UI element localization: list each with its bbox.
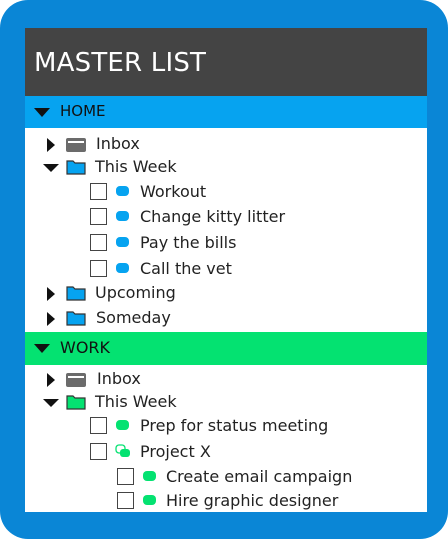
- triangle-right-icon[interactable]: [47, 373, 55, 387]
- task-dot-icon: [116, 420, 129, 430]
- project-icon: [115, 444, 130, 457]
- app-frame: MASTER LIST HOME Inbox This Week Workout…: [0, 0, 448, 539]
- task-label: Hire graphic designer: [166, 491, 339, 510]
- task-row[interactable]: Pay the bills: [25, 231, 427, 255]
- subtask-row[interactable]: Create email campaign: [25, 465, 427, 489]
- task-dot-icon: [143, 471, 156, 481]
- task-dot-icon: [116, 237, 129, 247]
- task-label: Create email campaign: [166, 467, 353, 486]
- triangle-down-icon[interactable]: [43, 399, 59, 407]
- triangle-right-icon[interactable]: [47, 138, 55, 152]
- tree-item-label: Someday: [96, 308, 171, 327]
- folder-icon: [66, 311, 86, 326]
- task-label: Change kitty litter: [140, 207, 286, 226]
- master-list-panel: MASTER LIST HOME Inbox This Week Workout…: [25, 28, 427, 512]
- task-label: Call the vet: [140, 259, 232, 278]
- tree-item-home-upcoming[interactable]: Upcoming: [25, 281, 427, 305]
- folder-icon: [66, 395, 86, 410]
- triangle-right-icon[interactable]: [47, 287, 55, 301]
- task-checkbox[interactable]: [90, 183, 107, 200]
- triangle-down-icon[interactable]: [34, 108, 50, 117]
- task-dot-icon: [143, 495, 156, 505]
- inbox-tray-icon: [66, 373, 86, 387]
- tree-item-home-someday[interactable]: Someday: [25, 306, 427, 330]
- section-home-label: HOME: [60, 102, 106, 120]
- subtask-row[interactable]: Hire graphic designer: [25, 489, 427, 512]
- tree-item-label: This Week: [95, 392, 177, 411]
- task-dot-icon: [116, 211, 129, 221]
- task-checkbox[interactable]: [90, 234, 107, 251]
- task-dot-icon: [116, 263, 129, 273]
- triangle-right-icon[interactable]: [47, 312, 55, 326]
- task-row[interactable]: Prep for status meeting: [25, 414, 427, 438]
- task-row[interactable]: Call the vet: [25, 257, 427, 281]
- task-dot-icon: [116, 186, 129, 196]
- task-checkbox[interactable]: [117, 492, 134, 509]
- section-work-header[interactable]: WORK: [25, 332, 427, 365]
- task-label: Workout: [140, 182, 207, 201]
- title-bar: MASTER LIST: [25, 28, 427, 96]
- project-row[interactable]: Project X: [25, 440, 427, 464]
- triangle-down-icon[interactable]: [34, 344, 50, 353]
- tree-item-home-this-week[interactable]: This Week: [25, 155, 427, 179]
- triangle-down-icon[interactable]: [43, 164, 59, 172]
- project-checkbox[interactable]: [90, 443, 107, 460]
- section-work-label: WORK: [60, 338, 111, 357]
- tree-item-label: Upcoming: [95, 283, 176, 302]
- task-row[interactable]: Workout: [25, 180, 427, 204]
- inbox-tray-icon: [66, 138, 86, 152]
- tree-item-label: Inbox: [97, 369, 141, 388]
- task-checkbox[interactable]: [90, 208, 107, 225]
- section-home-header[interactable]: HOME: [25, 96, 427, 128]
- task-label: Pay the bills: [140, 233, 237, 252]
- tree-item-label: This Week: [95, 157, 177, 176]
- task-checkbox[interactable]: [90, 260, 107, 277]
- tree-item-home-inbox[interactable]: Inbox: [25, 132, 427, 156]
- tree-item-work-inbox[interactable]: Inbox: [25, 367, 427, 391]
- task-checkbox[interactable]: [90, 417, 107, 434]
- folder-icon: [66, 286, 86, 301]
- page-title: MASTER LIST: [34, 48, 207, 78]
- task-row[interactable]: Change kitty litter: [25, 205, 427, 229]
- tree-item-label: Inbox: [96, 134, 140, 153]
- task-label: Prep for status meeting: [140, 416, 329, 435]
- project-label: Project X: [140, 442, 211, 461]
- folder-icon: [66, 160, 86, 175]
- task-checkbox[interactable]: [117, 468, 134, 485]
- tree-item-work-this-week[interactable]: This Week: [25, 390, 427, 414]
